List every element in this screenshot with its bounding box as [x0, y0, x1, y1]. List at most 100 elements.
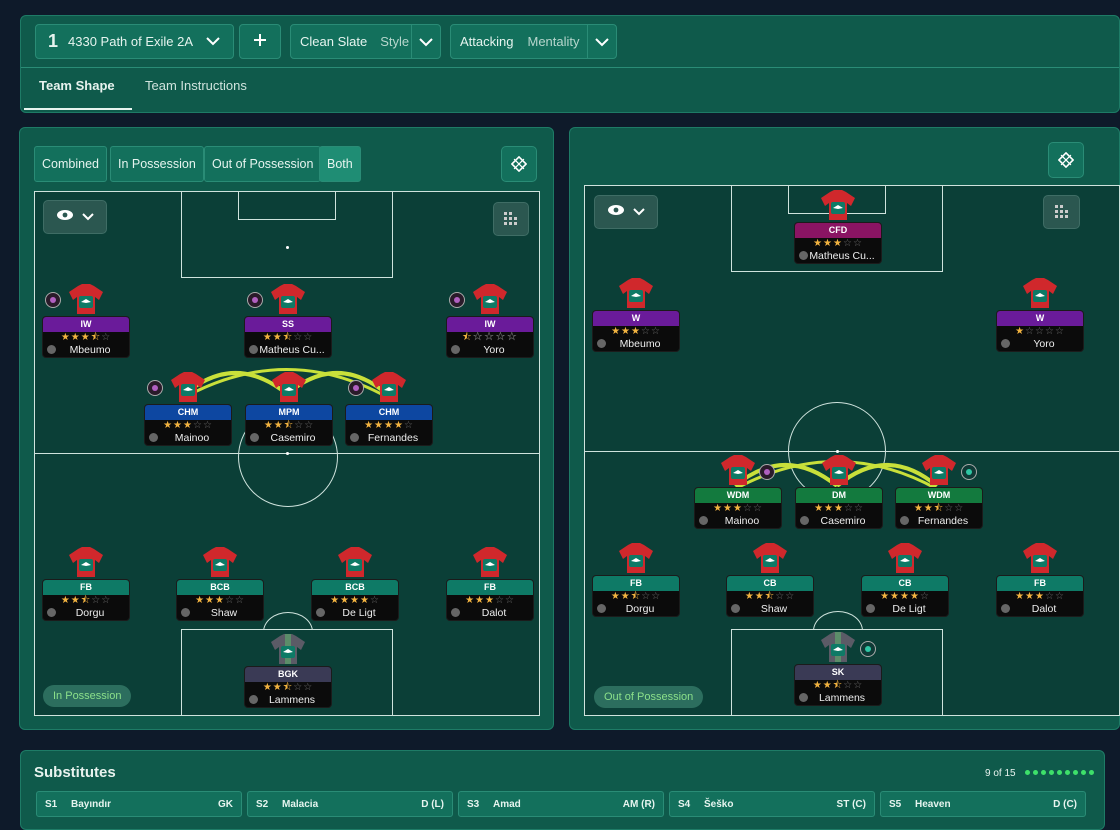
pitch: IW ★★★⯪☆ Mbeumo SS ★★⯪☆☆ Matheus Cu... IW ⯪☆☆☆☆… [34, 191, 540, 716]
pitch-toggle-icon[interactable] [501, 146, 537, 182]
player-shirt-icon [820, 632, 856, 662]
substitute-code: S3 [467, 798, 480, 810]
substitute-item[interactable]: S2 Malacia D (L) [247, 791, 453, 817]
player-card[interactable]: IW ★★★⯪☆ Mbeumo [42, 316, 130, 358]
player-avatar-icon [699, 516, 708, 525]
mentality-selector[interactable]: Attacking Mentality [450, 24, 617, 59]
role-indicator-icon[interactable] [961, 464, 977, 480]
tab-team-instructions[interactable]: Team Instructions [145, 78, 247, 93]
player-shirt-icon [472, 284, 508, 314]
player-card[interactable]: WDM ★★⯪☆☆ Fernandes [895, 487, 983, 529]
player-avatar-icon [350, 433, 359, 442]
substitute-position: AM (R) [622, 798, 655, 810]
in-possession-label: In Possession [43, 685, 132, 707]
player-rating: ★★★★☆ [880, 591, 930, 602]
substitute-item[interactable]: S5 Heaven D (C) [880, 791, 1086, 817]
player-card[interactable]: MPM ★★⯪☆☆ Casemiro [245, 404, 333, 446]
mentality-label: Mentality [527, 34, 580, 49]
view-in-possession-button[interactable]: In Possession [110, 146, 204, 182]
player-rating: ★★★☆☆ [195, 595, 245, 606]
substitute-position: D (L) [421, 798, 444, 810]
player-shirt-icon [271, 372, 307, 402]
player-card[interactable]: CFD ★★★☆☆ Matheus Cu... [794, 222, 882, 264]
tab-team-shape[interactable]: Team Shape [39, 78, 115, 93]
chevron-down-icon [588, 37, 616, 47]
player-role: CB [862, 576, 948, 591]
player-shirt-icon [337, 547, 373, 577]
player-shirt-icon [170, 372, 206, 402]
player-avatar-icon [900, 516, 909, 525]
substitute-name: Heaven [915, 798, 951, 810]
player-role: W [593, 311, 679, 326]
player-card[interactable]: FB ★★★☆☆ Dalot [446, 579, 534, 621]
player-shirt-icon [820, 190, 856, 220]
role-indicator-icon[interactable] [45, 292, 61, 308]
player-card[interactable]: CB ★★⯪☆☆ Shaw [726, 575, 814, 617]
player-role: CFD [795, 223, 881, 238]
tactic-header: 1 4330 Path of Exile 2A Clean Slate Styl… [20, 15, 1120, 113]
style-value: Clean Slate [300, 34, 368, 49]
player-role: IW [43, 317, 129, 332]
player-card[interactable]: CB ★★★★☆ De Ligt [861, 575, 949, 617]
substitute-item[interactable]: S4 Šeško ST (C) [669, 791, 875, 817]
substitutes-dots [1025, 770, 1094, 775]
tactic-selector[interactable]: 1 4330 Path of Exile 2A [35, 24, 234, 59]
player-role: IW [447, 317, 533, 332]
player-shirt-icon [720, 455, 756, 485]
player-card[interactable]: SK ★★⯪☆☆ Lammens [794, 664, 882, 706]
substitute-item[interactable]: S1 Bayındır GK [36, 791, 242, 817]
player-card[interactable]: FB ★★⯪☆☆ Dorgu [42, 579, 130, 621]
player-shirt-icon [618, 278, 654, 308]
player-shirt-icon [371, 372, 407, 402]
substitute-name: Bayındır [71, 798, 112, 810]
player-card[interactable]: FB ★★⯪☆☆ Dorgu [592, 575, 680, 617]
player-role: MPM [246, 405, 332, 420]
player-card[interactable]: FB ★★★☆☆ Dalot [996, 575, 1084, 617]
player-rating: ★★⯪☆☆ [812, 680, 864, 691]
substitute-item[interactable]: S3 Amad AM (R) [458, 791, 664, 817]
substitute-code: S1 [45, 798, 58, 810]
player-avatar-icon [731, 604, 740, 613]
role-indicator-icon[interactable] [147, 380, 163, 396]
role-indicator-icon[interactable] [449, 292, 465, 308]
player-card[interactable]: BCB ★★★☆☆ Shaw [176, 579, 264, 621]
view-combined-button[interactable]: Combined [34, 146, 107, 182]
view-both-button[interactable]: Both [319, 146, 361, 182]
out-of-possession-label: Out of Possession [594, 686, 704, 708]
mentality-value: Attacking [460, 34, 514, 49]
substitutes-title: Substitutes [34, 764, 116, 781]
add-tactic-button[interactable] [239, 24, 281, 59]
player-card[interactable]: BGK ★★⯪☆☆ Lammens [244, 666, 332, 708]
role-indicator-icon[interactable] [348, 380, 364, 396]
tactic-number: 1 [48, 31, 59, 51]
player-shirt-icon [618, 543, 654, 573]
player-card[interactable]: W ★★★☆☆ Mbeumo [592, 310, 680, 352]
player-rating: ★★★☆☆ [1015, 591, 1065, 602]
player-avatar-icon [1001, 604, 1010, 613]
player-card[interactable]: CHM ★★★☆☆ Mainoo [144, 404, 232, 446]
player-avatar-icon [181, 608, 190, 617]
player-card[interactable]: IW ⯪☆☆☆☆ Yoro [446, 316, 534, 358]
player-shirt-icon [1022, 543, 1058, 573]
player-avatar-icon [316, 608, 325, 617]
player-role: CHM [346, 405, 432, 420]
player-card[interactable]: W ★☆☆☆☆ Yoro [996, 310, 1084, 352]
player-role: FB [593, 576, 679, 591]
player-avatar-icon [47, 345, 56, 354]
role-indicator-icon[interactable] [759, 464, 775, 480]
player-role: FB [997, 576, 1083, 591]
pitch-toggle-icon[interactable] [1048, 142, 1084, 178]
out-of-possession-panel: CFD ★★★☆☆ Matheus Cu... W ★★★☆☆ Mbeumo W ★☆☆☆☆ Y… [569, 127, 1120, 730]
substitute-code: S2 [256, 798, 269, 810]
player-card[interactable]: CHM ★★★★☆ Fernandes [345, 404, 433, 446]
view-out-of-possession-button[interactable]: Out of Possession [204, 146, 322, 182]
player-card[interactable]: WDM ★★★☆☆ Mainoo [694, 487, 782, 529]
player-card[interactable]: BCB ★★★★☆ De Ligt [311, 579, 399, 621]
substitute-name: Amad [493, 798, 521, 810]
role-indicator-icon[interactable] [247, 292, 263, 308]
player-rating: ★★⯪☆☆ [262, 682, 314, 693]
player-card[interactable]: DM ★★★☆☆ Casemiro [795, 487, 883, 529]
player-card[interactable]: SS ★★⯪☆☆ Matheus Cu... [244, 316, 332, 358]
role-indicator-icon[interactable] [860, 641, 876, 657]
style-selector[interactable]: Clean Slate Style [290, 24, 441, 59]
